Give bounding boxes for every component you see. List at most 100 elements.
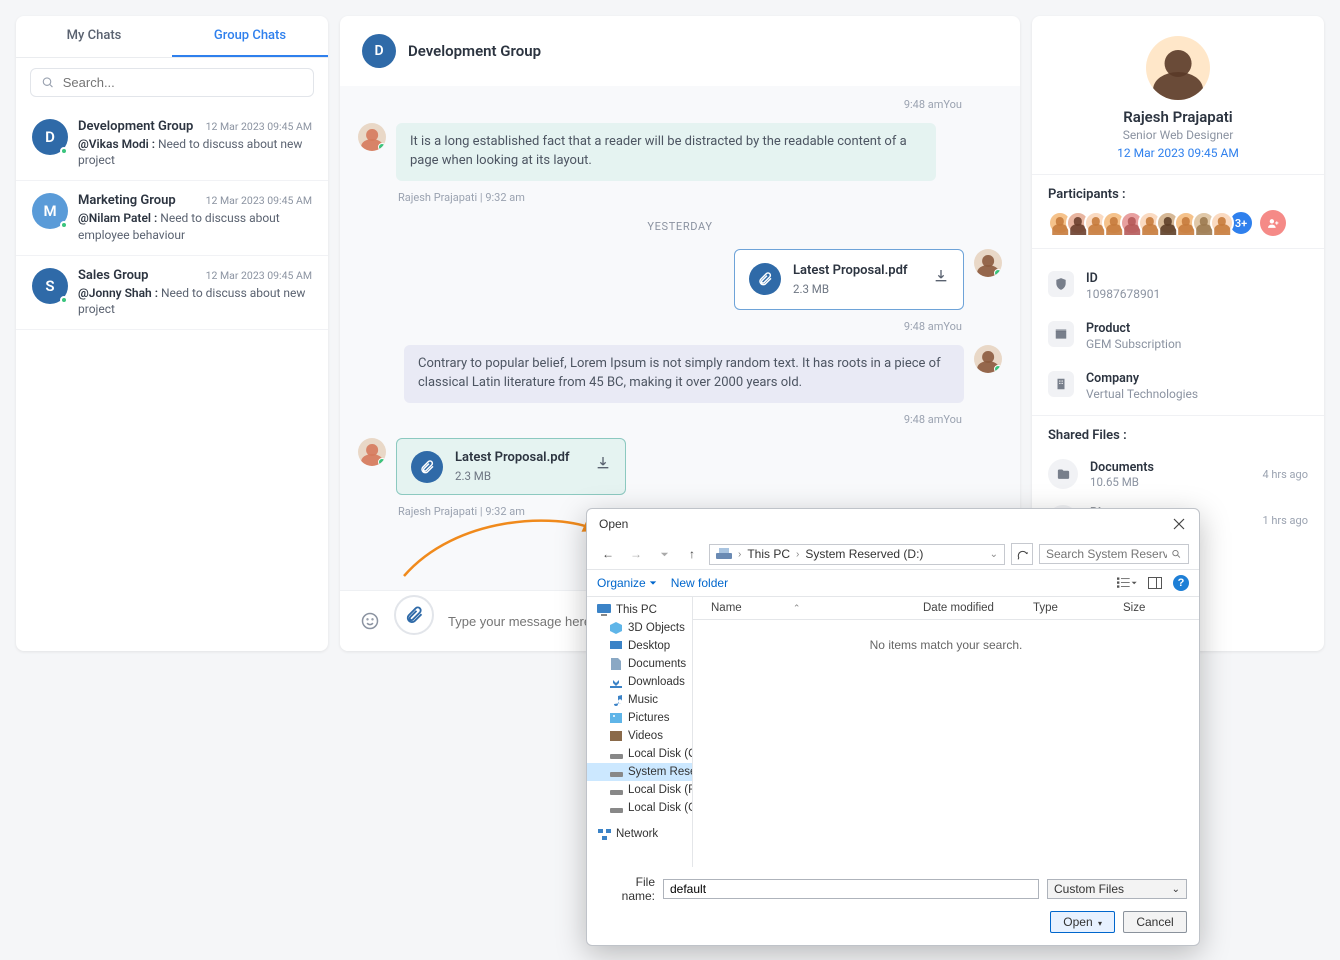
tree-local-disk-g[interactable]: Local Disk (G:) [587,799,692,817]
col-type[interactable]: Type [1029,600,1119,616]
building-icon [1048,371,1074,397]
nav-up-button[interactable]: ↑ [681,543,703,565]
chevron-down-icon: ⌄ [1172,884,1180,895]
refresh-button[interactable] [1011,543,1033,565]
drive-icon [609,801,623,815]
folder-tree[interactable]: This PC 3D Objects Desktop Documents Dow… [587,597,693,867]
empty-message: No items match your search. [693,620,1199,867]
file-attachment[interactable]: Latest Proposal.pdf2.3 MB [396,438,626,496]
info-id-label: ID [1086,271,1160,286]
col-date[interactable]: Date modified [919,600,1029,616]
chevron-down-icon[interactable]: ⌄ [990,549,998,560]
cancel-button[interactable]: Cancel [1123,911,1187,933]
day-divider: YESTERDAY [358,220,1002,233]
shared-file-item[interactable]: Documents10.65 MB 4 hrs ago [1048,451,1308,497]
chat-preview: @Nilam Patel : Need to discuss about emp… [78,210,312,242]
column-headers[interactable]: Name ⌃ Date modified Type Size [693,597,1199,620]
chat-item-development[interactable]: D Development Group12 Mar 2023 09:45 AM … [16,107,328,181]
dialog-search-input[interactable] [1046,547,1167,561]
chevron-down-icon [649,579,657,587]
avatar: S [32,268,68,304]
tree-system-reserved[interactable]: System Reserved [587,763,692,781]
filetype-select[interactable]: Custom Files⌄ [1047,879,1187,899]
chat-item-sales[interactable]: S Sales Group12 Mar 2023 09:45 AM @Jonny… [16,256,328,330]
timestamp: 9:48 amYou [358,320,962,333]
timestamp: 9:48 amYou [358,98,962,111]
chat-name: Marketing Group [78,193,176,208]
breadcrumb-root[interactable]: This PC [747,547,790,561]
col-name[interactable]: Name ⌃ [703,600,919,616]
nav-back-button[interactable]: ← [597,543,619,565]
avatar: D [32,119,68,155]
new-folder-button[interactable]: New folder [671,576,728,590]
participants-list: 3+ [1048,210,1308,236]
file-name: Latest Proposal.pdf [793,262,921,281]
desktop-icon [609,639,623,653]
chat-preview: @Vikas Modi : Need to discuss about new … [78,136,312,168]
address-bar[interactable]: › This PC › System Reserved (D:) ⌄ [709,544,1005,565]
timestamp: Rajesh Prajapati | 9:32 am [398,191,1002,204]
download-icon[interactable] [595,455,611,478]
filename-label: File name: [599,875,655,903]
dialog-search[interactable] [1039,544,1189,564]
filename-input[interactable] [663,879,1039,899]
open-button[interactable]: Open ▾ [1050,911,1115,933]
download-icon[interactable] [933,268,949,291]
status-online-icon [60,296,68,304]
tab-my-chats[interactable]: My Chats [16,16,172,57]
file-size: 2.3 MB [455,468,583,485]
tree-downloads[interactable]: Downloads [587,673,692,691]
search-box[interactable] [30,68,314,97]
sidebar: My Chats Group Chats D Development Group… [16,16,328,651]
breadcrumb-leaf[interactable]: System Reserved (D:) [805,547,923,561]
info-company-value: Vertual Technologies [1086,387,1198,401]
chat-header: D Development Group [340,16,1020,86]
tree-pictures[interactable]: Pictures [587,709,692,727]
view-mode-button[interactable] [1117,573,1137,593]
avatar [974,249,1002,277]
attachment-icon [411,451,443,483]
file-size: 10.65 MB [1090,475,1154,489]
chat-time: 12 Mar 2023 09:45 AM [206,269,312,282]
document-icon [609,657,623,671]
preview-pane-button[interactable] [1145,573,1165,593]
close-button[interactable] [1169,514,1189,534]
attach-button[interactable] [394,595,434,635]
tree-local-disk-f[interactable]: Local Disk (F:) [587,781,692,799]
add-participant-button[interactable] [1260,210,1286,236]
tree-music[interactable]: Music [587,691,692,709]
tree-3d-objects[interactable]: 3D Objects [587,619,692,637]
cube-icon [609,621,623,635]
chat-item-marketing[interactable]: M Marketing Group12 Mar 2023 09:45 AM @N… [16,181,328,255]
timestamp: 9:48 amYou [358,413,962,426]
tree-desktop[interactable]: Desktop [587,637,692,655]
col-size[interactable]: Size [1119,600,1189,616]
nav-recent-button[interactable] [653,543,675,565]
file-attachment[interactable]: Latest Proposal.pdf2.3 MB [734,249,964,311]
sort-asc-icon: ⌃ [789,601,805,615]
tree-local-disk-c[interactable]: Local Disk (C:) [587,745,692,763]
message-bubble: It is a long established fact that a rea… [396,123,936,181]
shared-files-label: Shared Files : [1048,428,1308,443]
chat-name: Sales Group [78,268,149,283]
chat-time: 12 Mar 2023 09:45 AM [206,120,312,133]
tab-group-chats[interactable]: Group Chats [172,16,328,57]
nav-forward-button[interactable]: → [625,543,647,565]
emoji-button[interactable] [356,607,384,635]
profile-avatar [1146,36,1210,100]
status-online-icon [378,143,386,151]
status-online-icon [994,365,1002,373]
tree-network[interactable]: Network [587,825,692,843]
participant-avatar[interactable] [1210,211,1234,235]
file-time: 1 hrs ago [1262,514,1308,527]
tree-this-pc[interactable]: This PC [587,601,692,619]
picture-icon [609,711,623,725]
tree-videos[interactable]: Videos [587,727,692,745]
help-button[interactable]: ? [1173,575,1189,591]
search-input[interactable] [63,75,303,90]
chat-title: Development Group [408,42,541,60]
organize-button[interactable]: Organize [597,576,657,590]
tree-documents[interactable]: Documents [587,655,692,673]
search-icon [41,75,55,90]
attachment-icon [749,263,781,295]
